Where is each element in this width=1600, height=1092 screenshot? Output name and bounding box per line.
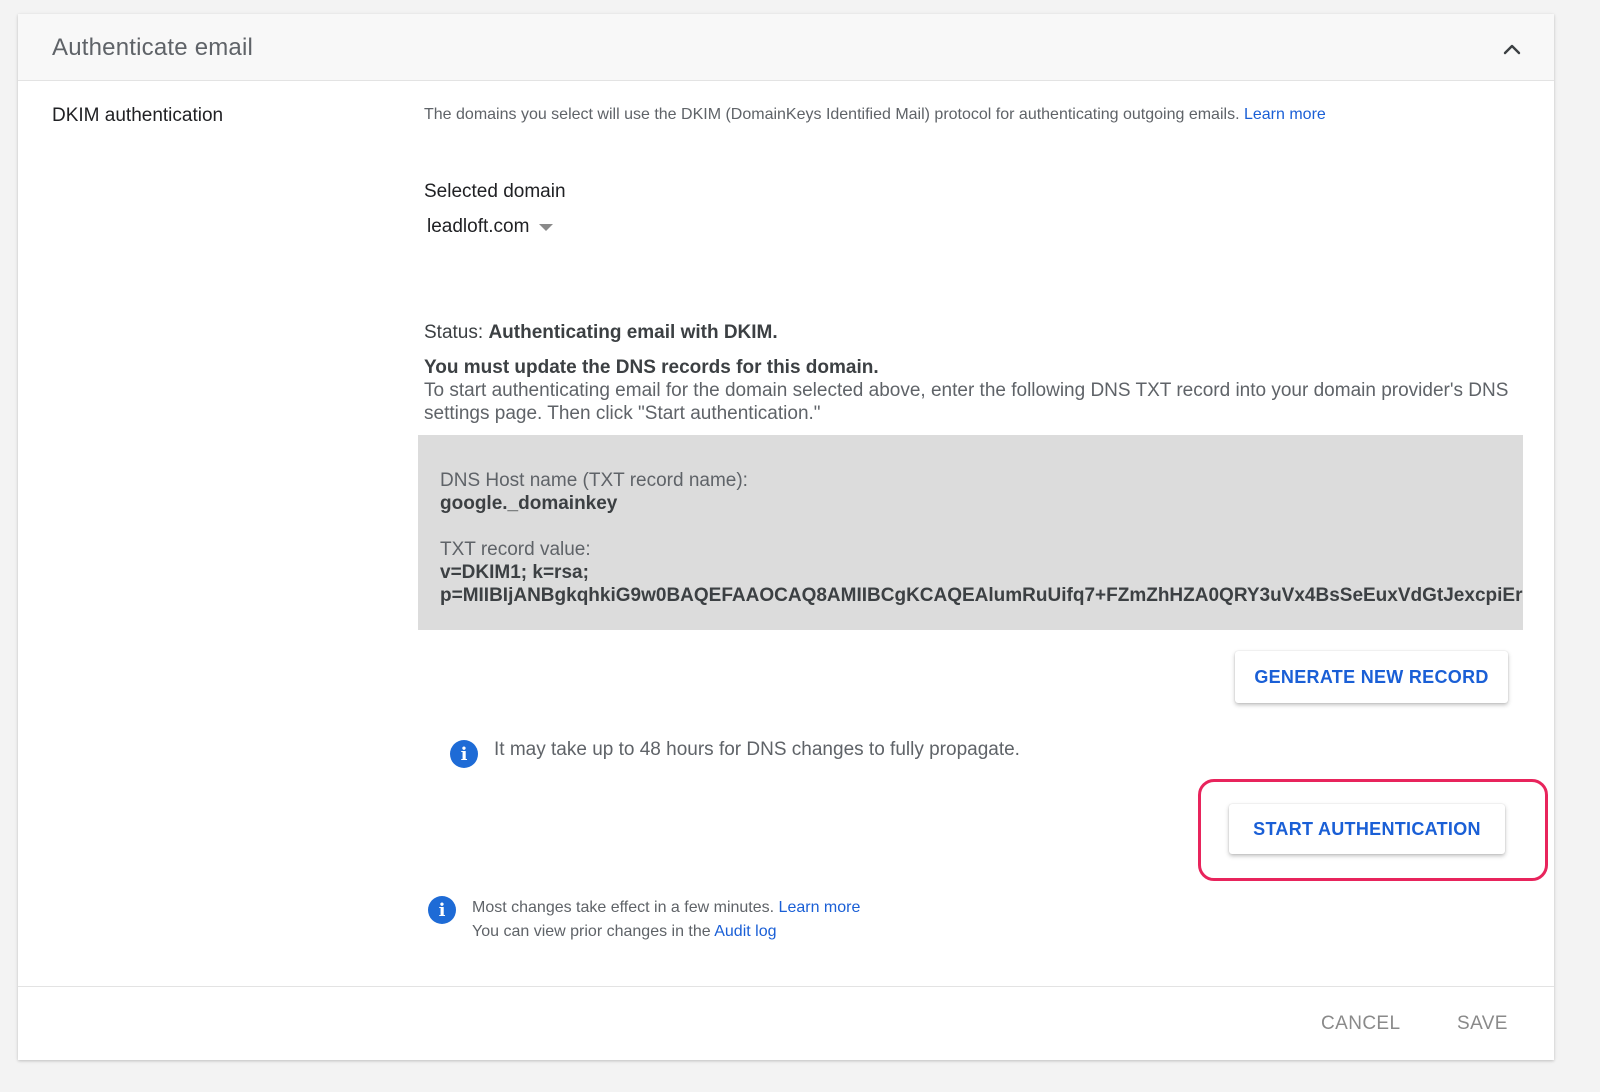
chevron-up-icon[interactable]: [1498, 35, 1526, 63]
panel-footer: CANCEL SAVE: [18, 986, 1554, 1061]
dns-record-content: DNS Host name (TXT record name): google.…: [440, 469, 1523, 607]
generate-new-record-button[interactable]: GENERATE NEW RECORD: [1235, 651, 1508, 703]
panel-title: Authenticate email: [52, 34, 254, 61]
cancel-button[interactable]: CANCEL: [1321, 1013, 1400, 1035]
dns-record-box: DNS Host name (TXT record name): google.…: [418, 435, 1523, 630]
panel-header[interactable]: Authenticate email: [18, 14, 1554, 81]
dns-instructions: You must update the DNS records for this…: [424, 356, 1524, 425]
changes-prefix: Most changes take effect in a few minute…: [472, 899, 775, 916]
start-authentication-button[interactable]: START AUTHENTICATION: [1229, 804, 1505, 854]
txt-record-value-line1[interactable]: v=DKIM1; k=rsa;: [440, 561, 1523, 584]
status-prefix: Status:: [424, 322, 484, 343]
host-name-value[interactable]: google._domainkey: [440, 492, 1523, 515]
dkim-description: The domains you select will use the DKIM…: [424, 106, 1326, 124]
section-label: DKIM authentication: [52, 105, 224, 126]
changes-learn-more-link[interactable]: Learn more: [779, 899, 861, 916]
txt-record-label: TXT record value:: [440, 539, 591, 560]
authenticate-email-panel: Authenticate email DKIM authentication T…: [18, 14, 1554, 1060]
save-button[interactable]: SAVE: [1457, 1013, 1508, 1035]
audit-log-link[interactable]: Audit log: [714, 923, 776, 940]
dropdown-arrow-icon: [539, 223, 554, 231]
changes-notice: Most changes take effect in a few minute…: [472, 896, 860, 944]
audit-prefix: You can view prior changes in the: [472, 923, 711, 940]
status-line: Status: Authenticating email with DKIM.: [424, 322, 778, 344]
changes-line: Most changes take effect in a few minute…: [472, 896, 860, 920]
propagate-notice: It may take up to 48 hours for DNS chang…: [494, 739, 1020, 760]
host-name-label: DNS Host name (TXT record name):: [440, 470, 748, 491]
status-value: Authenticating email with DKIM.: [488, 322, 778, 343]
info-icon: i: [450, 740, 478, 768]
domain-value: leadloft.com: [427, 216, 530, 237]
selected-domain-label: Selected domain: [424, 181, 566, 202]
info-icon: i: [428, 896, 456, 924]
description-text: The domains you select will use the DKIM…: [424, 106, 1240, 123]
audit-line: You can view prior changes in the Audit …: [472, 920, 860, 944]
learn-more-link[interactable]: Learn more: [1244, 106, 1326, 123]
domain-select[interactable]: leadloft.com: [424, 214, 554, 240]
dns-instructions-body: To start authenticating email for the do…: [424, 380, 1509, 424]
dns-must-update: You must update the DNS records for this…: [424, 357, 879, 378]
txt-record-value-line2[interactable]: p=MIIBIjANBgkqhkiG9w0BAQEFAAOCAQ8AMIIBCg…: [440, 584, 1523, 607]
